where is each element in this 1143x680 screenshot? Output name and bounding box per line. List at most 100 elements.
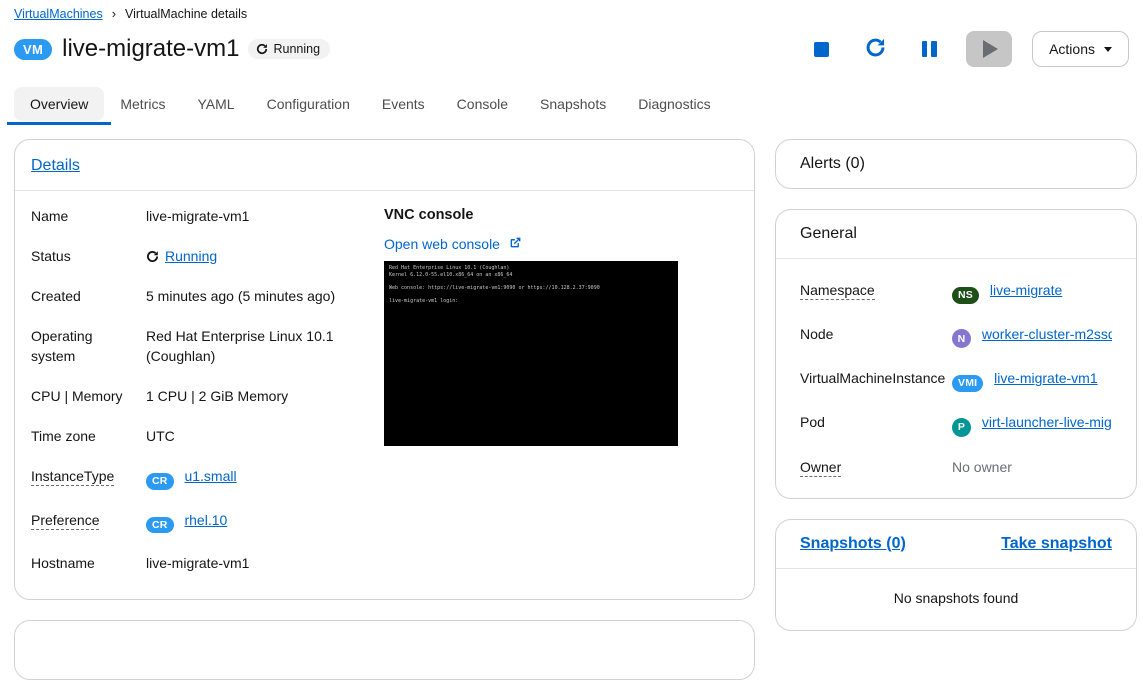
snapshots-count-link[interactable]: Snapshots (0): [800, 535, 906, 553]
detail-row-hostname: Hostname live-migrate-vm1: [31, 553, 384, 573]
snapshots-card-header: Snapshots (0) Take snapshot: [776, 520, 1136, 568]
details-link[interactable]: Details: [31, 157, 80, 174]
play-icon: [983, 40, 999, 58]
pod-label: Pod: [800, 413, 825, 430]
tab-configuration[interactable]: Configuration: [251, 87, 366, 121]
open-web-console-label: Open web console: [384, 236, 500, 252]
preference-label: Preference: [31, 511, 100, 530]
tab-events[interactable]: Events: [366, 87, 441, 121]
detail-value: 1 CPU | 2 GiB Memory: [146, 388, 289, 404]
cr-badge: CR: [146, 516, 174, 533]
details-card: Details Name live-migrate-vm1 Status Run…: [14, 139, 755, 600]
details-card-body: Name live-migrate-vm1 Status Running Cre…: [15, 191, 754, 599]
detail-row-instancetype: InstanceType CR u1.small: [31, 466, 384, 490]
caret-down-icon: [1104, 46, 1112, 52]
details-rows: Name live-migrate-vm1 Status Running Cre…: [31, 206, 384, 593]
stop-button[interactable]: [804, 32, 838, 66]
restart-icon: [865, 37, 886, 61]
actions-dropdown-label: Actions: [1049, 41, 1095, 57]
pause-icon: [921, 41, 937, 57]
vnc-console-screenshot[interactable]: Red Hat Enterprise Linux 10.1 (Coughlan)…: [384, 261, 678, 446]
detail-label: Hostname: [31, 555, 95, 571]
general-row-owner: Owner No owner: [800, 457, 1112, 477]
pod-badge: P: [952, 417, 971, 437]
tab-overview[interactable]: Overview: [6, 87, 112, 125]
status-badge-label: Running: [273, 42, 321, 56]
detail-row-timezone: Time zone UTC: [31, 426, 384, 446]
detail-label: CPU | Memory: [31, 388, 123, 404]
detail-label: Name: [31, 208, 69, 224]
detail-row-created: Created 5 minutes ago (5 minutes ago): [31, 286, 384, 306]
preference-link[interactable]: rhel.10: [184, 512, 227, 528]
vnc-console-title: VNC console: [384, 207, 474, 223]
right-column: Alerts (0) General Namespace NS live-mig…: [775, 139, 1137, 631]
alerts-card-title: Alerts (0): [800, 155, 865, 172]
node-label: Node: [800, 325, 834, 342]
detail-value: live-migrate-vm1: [146, 555, 250, 571]
tab-console[interactable]: Console: [441, 87, 524, 121]
detail-row-preference: Preference CR rhel.10: [31, 510, 384, 533]
general-row-pod: Pod P virt-launcher-live-migrat...: [800, 412, 1112, 437]
pod-link[interactable]: virt-launcher-live-migrat...: [982, 414, 1112, 430]
sync-icon: [146, 250, 159, 263]
take-snapshot-link[interactable]: Take snapshot: [1001, 535, 1112, 553]
sync-icon: [256, 43, 268, 55]
detail-row-operating-system: Operating system Red Hat Enterprise Linu…: [31, 326, 384, 366]
instancetype-link[interactable]: u1.small: [184, 468, 236, 484]
node-link[interactable]: worker-cluster-m2ssq-2: [982, 326, 1112, 342]
left-column: Details Name live-migrate-vm1 Status Run…: [14, 139, 755, 680]
owner-label: Owner: [800, 458, 842, 477]
detail-value: UTC: [146, 428, 175, 444]
instancetype-label: InstanceType: [31, 468, 115, 486]
general-card-body: Namespace NS live-migrate Node N worker-…: [776, 259, 1136, 498]
detail-label: Time zone: [31, 428, 96, 444]
alerts-card: Alerts (0): [775, 139, 1137, 189]
tab-diagnostics[interactable]: Diagnostics: [622, 87, 726, 121]
detail-label: Status: [31, 248, 71, 264]
external-link-icon: [509, 236, 522, 252]
vm-kind-badge: VM: [14, 38, 53, 60]
general-card: General Namespace NS live-migrate Node N: [775, 209, 1137, 499]
detail-value: live-migrate-vm1: [146, 208, 250, 224]
general-row-vmi: VirtualMachineInstance VMI live-migrate-…: [800, 368, 1112, 392]
owner-value: No owner: [952, 458, 1012, 475]
node-badge: N: [952, 329, 971, 349]
namespace-badge: NS: [952, 287, 979, 304]
detail-row-status: Status Running: [31, 246, 384, 266]
namespace-link[interactable]: live-migrate: [990, 282, 1062, 298]
general-card-title: General: [800, 225, 857, 242]
pause-button[interactable]: [912, 32, 946, 66]
vmi-badge: VMI: [952, 375, 984, 392]
play-button-disabled[interactable]: [966, 31, 1013, 67]
stop-icon: [813, 41, 829, 57]
namespace-label: Namespace: [800, 282, 875, 300]
status-running-link[interactable]: Running: [165, 246, 217, 266]
actions-dropdown-button[interactable]: Actions: [1032, 31, 1129, 67]
vmi-label: VirtualMachineInstance: [800, 370, 946, 387]
breadcrumb-virtualmachines-link[interactable]: VirtualMachines: [14, 7, 103, 21]
tab-yaml[interactable]: YAML: [181, 87, 250, 121]
open-web-console-link[interactable]: Open web console: [384, 236, 522, 252]
restart-button[interactable]: [858, 32, 892, 66]
page-title: live-migrate-vm1: [62, 35, 240, 62]
tab-metrics[interactable]: Metrics: [104, 87, 181, 121]
chevron-right-icon: ›: [111, 5, 117, 21]
status-badge: Running: [248, 39, 331, 59]
detail-label: Created: [31, 288, 81, 304]
next-card-partial: [14, 620, 755, 680]
snapshots-empty-state: No snapshots found: [893, 589, 1019, 606]
details-card-header: Details: [15, 140, 754, 190]
breadcrumb: VirtualMachines › VirtualMachine details: [14, 0, 1129, 22]
vmi-link[interactable]: live-migrate-vm1: [994, 370, 1097, 386]
tab-snapshots[interactable]: Snapshots: [524, 87, 622, 121]
detail-row-name: Name live-migrate-vm1: [31, 206, 384, 226]
overview-content: Details Name live-migrate-vm1 Status Run…: [14, 139, 1137, 680]
breadcrumb-current: VirtualMachine details: [125, 7, 248, 21]
vm-details-page: VirtualMachines › VirtualMachine details…: [0, 0, 1143, 680]
cr-badge: CR: [146, 473, 174, 490]
general-row-namespace: Namespace NS live-migrate: [800, 280, 1112, 304]
vm-tabs: Overview Metrics YAML Configuration Even…: [6, 87, 1129, 125]
detail-row-cpu-memory: CPU | Memory 1 CPU | 2 GiB Memory: [31, 386, 384, 406]
snapshots-card: Snapshots (0) Take snapshot No snapshots…: [775, 518, 1137, 631]
detail-value: Red Hat Enterprise Linux 10.1 (Coughlan): [146, 328, 334, 364]
